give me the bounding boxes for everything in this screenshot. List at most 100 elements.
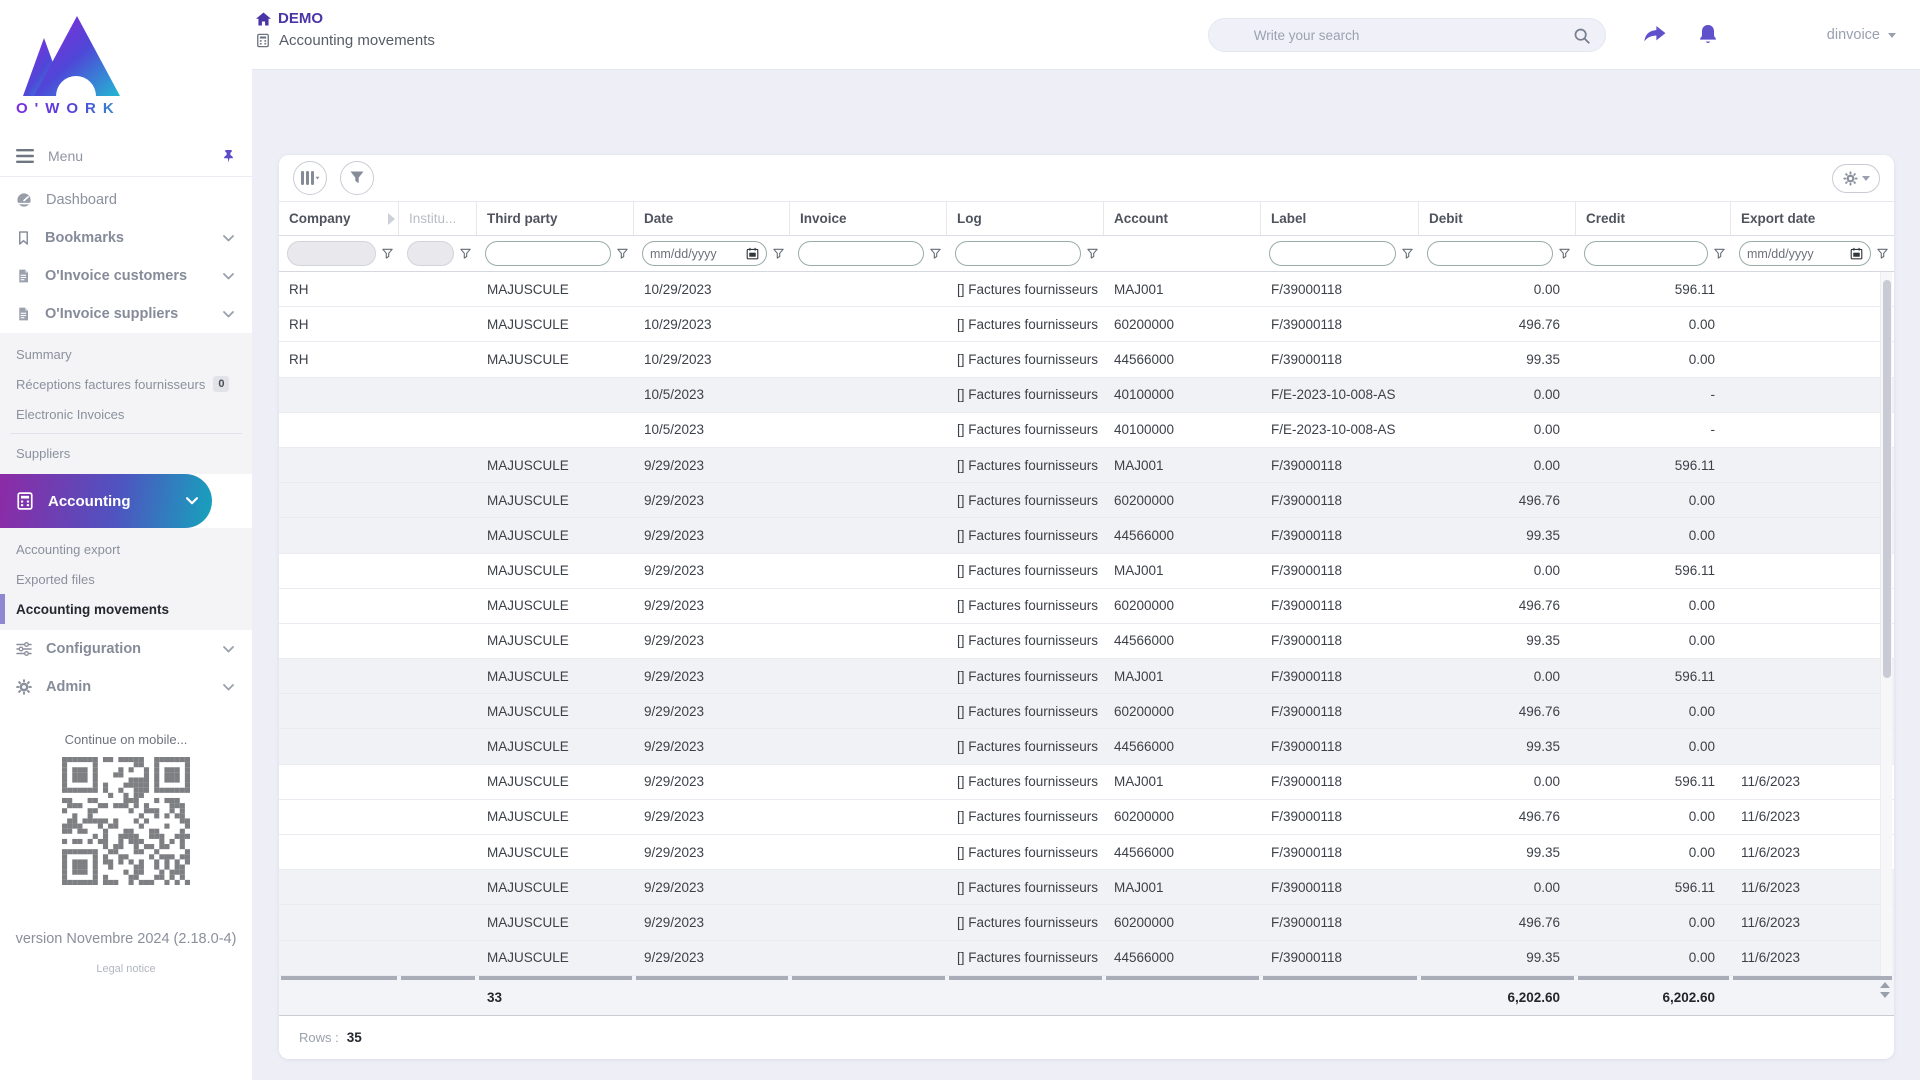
table-row[interactable]: MAJUSCULE9/29/2023[] Factures fournisseu… <box>279 483 1894 518</box>
table-row[interactable]: MAJUSCULE9/29/2023[] Factures fournisseu… <box>279 870 1894 905</box>
table-row[interactable]: MAJUSCULE9/29/2023[] Factures fournisseu… <box>279 765 1894 800</box>
sidebar-item-admin[interactable]: Admin <box>0 668 252 706</box>
cell-credit: 596.11 <box>1576 765 1731 799</box>
cell-debit: 0.00 <box>1419 554 1576 588</box>
breadcrumb-home[interactable]: DEMO <box>256 10 435 27</box>
submenu-item-accounting-movements[interactable]: Accounting movements <box>0 594 252 624</box>
column-header-credit[interactable]: Credit <box>1576 202 1731 235</box>
table-footer: Rows : 35 <box>279 1016 1894 1059</box>
credit-filter-input[interactable] <box>1584 241 1708 266</box>
submenu-item-accounting-export[interactable]: Accounting export <box>0 534 252 564</box>
cell-credit: 596.11 <box>1576 448 1731 482</box>
filter-button[interactable] <box>340 161 374 195</box>
table-row[interactable]: MAJUSCULE9/29/2023[] Factures fournisseu… <box>279 518 1894 553</box>
column-header-invoice[interactable]: Invoice <box>790 202 947 235</box>
table-row[interactable]: 10/5/2023[] Factures fournisseurs4010000… <box>279 413 1894 448</box>
third-party-filter-input[interactable] <box>485 241 611 266</box>
sidebar-item-configuration[interactable]: Configuration <box>0 630 252 668</box>
table-row[interactable]: MAJUSCULE9/29/2023[] Factures fournisseu… <box>279 800 1894 835</box>
notifications-button[interactable] <box>1697 23 1719 47</box>
filter-funnel-icon[interactable] <box>1558 247 1571 260</box>
search-input[interactable] <box>1209 28 1605 43</box>
cell-invoice <box>790 589 947 623</box>
column-header-third-party[interactable]: Third party <box>477 202 634 235</box>
table-row[interactable]: RHMAJUSCULE10/29/2023[] Factures fournis… <box>279 342 1894 377</box>
table-row[interactable]: MAJUSCULE9/29/2023[] Factures fournisseu… <box>279 659 1894 694</box>
sidebar-item-dashboard[interactable]: Dashboard <box>0 181 252 219</box>
total-company <box>279 976 399 1015</box>
debit-filter-input[interactable] <box>1427 241 1553 266</box>
label-filter-input[interactable] <box>1269 241 1396 266</box>
hamburger-icon[interactable] <box>16 149 34 163</box>
filter-funnel-icon[interactable] <box>1401 247 1414 260</box>
filter-funnel-icon[interactable] <box>772 247 785 260</box>
sidebar-item-oinvoice-customers[interactable]: O'Invoice customers <box>0 257 252 295</box>
sidebar-item-oinvoice-suppliers[interactable]: O'Invoice suppliers <box>0 295 252 333</box>
filter-funnel-icon[interactable] <box>1713 247 1726 260</box>
table-row[interactable]: MAJUSCULE9/29/2023[] Factures fournisseu… <box>279 554 1894 589</box>
filter-funnel-icon[interactable] <box>1876 247 1889 260</box>
filter-funnel-icon[interactable] <box>1086 247 1099 260</box>
column-header-debit[interactable]: Debit <box>1419 202 1576 235</box>
cell-institution <box>399 307 477 341</box>
cell-account: 40100000 <box>1104 378 1261 412</box>
column-header-date[interactable]: Date <box>634 202 790 235</box>
date-filter-input[interactable]: mm/dd/yyyy <box>642 241 767 266</box>
scroll-up-button[interactable] <box>1880 982 1890 988</box>
user-menu[interactable]: dinvoice <box>1827 27 1896 43</box>
submenu-item-label: Accounting export <box>16 542 120 557</box>
log-filter-input[interactable] <box>955 241 1081 266</box>
table-row[interactable]: RHMAJUSCULE10/29/2023[] Factures fournis… <box>279 272 1894 307</box>
invoice-filter-input[interactable] <box>798 241 924 266</box>
cell-date: 9/29/2023 <box>634 835 790 869</box>
filter-funnel-icon[interactable] <box>381 247 394 260</box>
cell-export_date <box>1731 272 1894 306</box>
table-row[interactable]: MAJUSCULE9/29/2023[] Factures fournisseu… <box>279 624 1894 659</box>
table-row[interactable]: MAJUSCULE9/29/2023[] Factures fournisseu… <box>279 694 1894 729</box>
cell-third_party: MAJUSCULE <box>477 870 634 904</box>
cell-export_date <box>1731 729 1894 763</box>
cell-account: 60200000 <box>1104 589 1261 623</box>
table-row[interactable]: RHMAJUSCULE10/29/2023[] Factures fournis… <box>279 307 1894 342</box>
share-button[interactable] <box>1642 24 1667 46</box>
columns-button[interactable] <box>293 161 327 195</box>
cell-date: 9/29/2023 <box>634 694 790 728</box>
filter-funnel-icon[interactable] <box>929 247 942 260</box>
scrollbar-thumb[interactable] <box>1883 280 1891 678</box>
pin-sidebar-icon[interactable] <box>221 148 236 164</box>
filter-funnel-icon[interactable] <box>459 247 472 260</box>
column-header-log[interactable]: Log <box>947 202 1104 235</box>
cell-log: [] Factures fournisseurs <box>947 800 1104 834</box>
column-header-company[interactable]: Company <box>279 202 399 235</box>
table-row[interactable]: MAJUSCULE9/29/2023[] Factures fournisseu… <box>279 589 1894 624</box>
sidebar-item-bookmarks[interactable]: Bookmarks <box>0 219 252 257</box>
table-row[interactable]: MAJUSCULE9/29/2023[] Factures fournisseu… <box>279 729 1894 764</box>
column-header-export-date[interactable]: Export date <box>1731 202 1894 235</box>
column-header-label[interactable]: Label <box>1261 202 1419 235</box>
submenu-item-suppliers[interactable]: Suppliers <box>0 438 252 468</box>
column-header-institution[interactable]: Institu... <box>399 202 477 235</box>
legal-notice-link[interactable]: Legal notice <box>0 963 252 975</box>
table-row[interactable]: MAJUSCULE9/29/2023[] Factures fournisseu… <box>279 448 1894 483</box>
column-header-account[interactable]: Account <box>1104 202 1261 235</box>
vertical-scrollbar[interactable] <box>1880 272 1892 976</box>
submenu-item-summary[interactable]: Summary <box>0 339 252 369</box>
filter-funnel-icon[interactable] <box>616 247 629 260</box>
scroll-down-button[interactable] <box>1880 992 1890 998</box>
sidebar-item-accounting[interactable]: Accounting <box>0 474 212 528</box>
export-date-filter-input[interactable]: mm/dd/yyyy <box>1739 241 1871 266</box>
submenu-item-electronic-invoices[interactable]: Electronic Invoices <box>0 399 252 429</box>
search-icon[interactable] <box>1573 27 1591 45</box>
cell-log: [] Factures fournisseurs <box>947 307 1104 341</box>
cell-company <box>279 694 399 728</box>
submenu-item-receptions[interactable]: Réceptions factures fournisseurs 0 <box>0 369 252 399</box>
table-row[interactable]: 10/5/2023[] Factures fournisseurs4010000… <box>279 378 1894 413</box>
table-row[interactable]: MAJUSCULE9/29/2023[] Factures fournisseu… <box>279 835 1894 870</box>
page-title: Accounting movements <box>279 32 435 49</box>
institution-filter-input <box>407 241 454 266</box>
table-row[interactable]: MAJUSCULE9/29/2023[] Factures fournisseu… <box>279 905 1894 940</box>
filter-cell-log <box>947 236 1104 271</box>
submenu-item-exported-files[interactable]: Exported files <box>0 564 252 594</box>
table-row[interactable]: MAJUSCULE9/29/2023[] Factures fournisseu… <box>279 941 1894 976</box>
table-settings-button[interactable] <box>1832 164 1880 193</box>
